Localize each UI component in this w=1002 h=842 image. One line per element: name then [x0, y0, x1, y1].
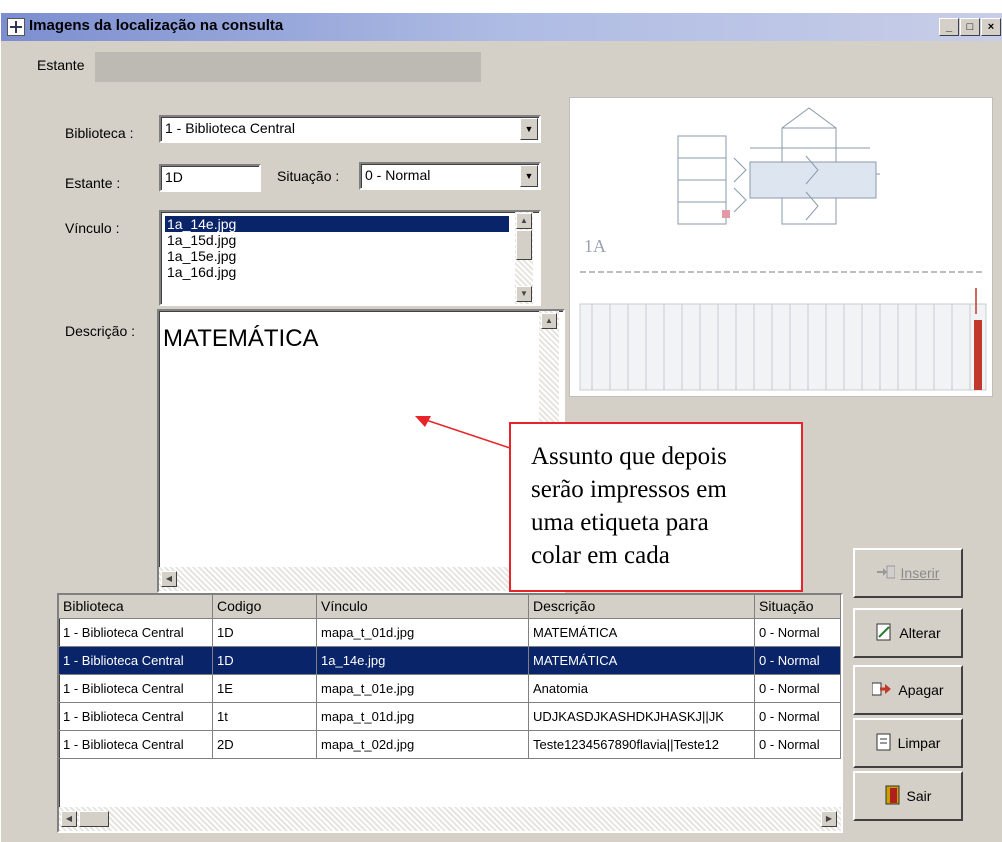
annotation-arrow-icon	[415, 416, 514, 450]
vinculo-label: Vínculo :	[65, 220, 120, 236]
vinculo-scrollbar[interactable]: ▲ ▼	[515, 212, 533, 304]
sair-button[interactable]: Sair	[853, 771, 963, 821]
descricao-text: MATEMÁTICA	[163, 325, 319, 352]
scroll-right-icon[interactable]: ▶	[821, 811, 837, 827]
apagar-button[interactable]: Apagar	[853, 665, 963, 715]
cell-descricao: Anatomia	[529, 675, 755, 703]
descricao-label: Descrição :	[65, 323, 136, 339]
estante-value: 1D	[165, 169, 183, 185]
biblioteca-value: 1 - Biblioteca Central	[165, 120, 295, 136]
cell-vinculo: mapa_t_01d.jpg	[317, 703, 529, 731]
vinculo-list-item[interactable]: 1a_15d.jpg	[165, 232, 509, 248]
table-row[interactable]: 1 - Biblioteca Central 2D mapa_t_02d.jpg…	[59, 731, 841, 759]
descricao-horizontal-scrollbar[interactable]: ◀	[159, 567, 539, 591]
cell-vinculo: mapa_t_01d.jpg	[317, 619, 529, 647]
apagar-label: Apagar	[898, 682, 944, 698]
cell-situacao: 0 - Normal	[755, 647, 841, 675]
scroll-thumb[interactable]	[79, 811, 109, 827]
cell-codigo: 1D	[213, 647, 317, 675]
cell-descricao: MATEMÁTICA	[529, 619, 755, 647]
window-icon	[7, 18, 25, 36]
cell-biblioteca: 1 - Biblioteca Central	[59, 675, 213, 703]
scroll-up-icon[interactable]: ▲	[516, 213, 532, 229]
column-header-codigo[interactable]: Codigo	[213, 595, 317, 619]
cell-vinculo: mapa_t_01e.jpg	[317, 675, 529, 703]
biblioteca-combobox[interactable]: 1 - Biblioteca Central ▼	[159, 115, 541, 143]
cell-codigo: 1t	[213, 703, 317, 731]
scroll-up-icon[interactable]: ▲	[541, 313, 557, 329]
column-header-vinculo[interactable]: Vínculo	[317, 595, 529, 619]
cell-descricao: Teste1234567890flavia||Teste12	[529, 731, 755, 759]
biblioteca-dropdown-button[interactable]: ▼	[520, 118, 538, 140]
cell-codigo: 1E	[213, 675, 317, 703]
scroll-left-icon[interactable]: ◀	[61, 811, 77, 827]
cell-situacao: 0 - Normal	[755, 675, 841, 703]
annotation-line: Assunto que depois	[531, 443, 727, 470]
table-row[interactable]: 1 - Biblioteca Central 1D mapa_t_01d.jpg…	[59, 619, 841, 647]
location-preview-image: 1A	[569, 97, 993, 397]
cell-descricao: UDJKASDJKASHDKJHASKJ||JK	[529, 703, 755, 731]
close-button[interactable]: ×	[981, 18, 1001, 36]
cell-vinculo: 1a_14e.jpg	[317, 647, 529, 675]
cell-situacao: 0 - Normal	[755, 619, 841, 647]
annotation-line: serão impressos em	[531, 476, 727, 503]
records-grid[interactable]: Biblioteca Codigo Vínculo Descrição Situ…	[57, 593, 843, 833]
table-row[interactable]: 1 - Biblioteca Central 1t mapa_t_01d.jpg…	[59, 703, 841, 731]
cell-codigo: 2D	[213, 731, 317, 759]
cell-biblioteca: 1 - Biblioteca Central	[59, 647, 213, 675]
grid-header-row: Biblioteca Codigo Vínculo Descrição Situ…	[59, 595, 841, 619]
situacao-label: Situação :	[277, 168, 340, 184]
inserir-button[interactable]: Inserir	[853, 548, 963, 598]
estante-input[interactable]: 1D	[159, 164, 261, 192]
cell-situacao: 0 - Normal	[755, 731, 841, 759]
insert-icon	[876, 564, 896, 583]
limpar-button[interactable]: Limpar	[853, 718, 963, 768]
window-title: Imagens da localização na consulta	[29, 17, 284, 34]
cell-codigo: 1D	[213, 619, 317, 647]
vinculo-list-item[interactable]: 1a_15e.jpg	[165, 248, 509, 264]
scroll-thumb[interactable]	[516, 230, 532, 260]
title-bar[interactable]: Imagens da localização na consulta _ □ ×	[1, 13, 1002, 41]
vinculo-list-item[interactable]: 1a_16d.jpg	[165, 264, 509, 280]
cell-biblioteca: 1 - Biblioteca Central	[59, 703, 213, 731]
column-header-situacao[interactable]: Situação	[755, 595, 841, 619]
edit-icon	[875, 623, 893, 644]
maximize-button[interactable]: □	[960, 18, 980, 36]
situacao-value: 0 - Normal	[365, 167, 431, 183]
sair-label: Sair	[906, 788, 932, 804]
cell-vinculo: mapa_t_02d.jpg	[317, 731, 529, 759]
minimize-button[interactable]: _	[939, 18, 959, 36]
tab-estante[interactable]: Estante	[29, 52, 95, 82]
cell-biblioteca: 1 - Biblioteca Central	[59, 619, 213, 647]
tab-strip	[29, 52, 481, 82]
annotation-callout: Assunto que depois serão impressos em um…	[509, 422, 803, 592]
estante-label: Estante :	[65, 175, 121, 191]
cell-biblioteca: 1 - Biblioteca Central	[59, 731, 213, 759]
scroll-left-icon[interactable]: ◀	[161, 571, 177, 587]
clear-icon	[876, 733, 892, 754]
column-header-biblioteca[interactable]: Biblioteca	[59, 595, 213, 619]
column-header-descricao[interactable]: Descrição	[529, 595, 755, 619]
alterar-button[interactable]: Alterar	[853, 608, 963, 658]
table-row[interactable]: 1 - Biblioteca Central 1E mapa_t_01e.jpg…	[59, 675, 841, 703]
scroll-down-icon[interactable]: ▼	[516, 286, 532, 302]
biblioteca-label: Biblioteca :	[65, 125, 134, 141]
grid-horizontal-scrollbar[interactable]: ◀ ▶	[59, 807, 841, 831]
situacao-combobox[interactable]: 0 - Normal ▼	[359, 162, 541, 190]
cell-descricao: MATEMÁTICA	[529, 647, 755, 675]
vinculo-list-item[interactable]: 1a_14e.jpg	[165, 216, 509, 232]
annotation-line: colar em cada	[531, 542, 670, 569]
preview-label: 1A	[584, 236, 606, 256]
vinculo-listbox[interactable]: 1a_14e.jpg 1a_15d.jpg 1a_15e.jpg 1a_16d.…	[159, 210, 541, 306]
main-window: Imagens da localização na consulta _ □ ×…	[0, 12, 1002, 842]
situacao-dropdown-button[interactable]: ▼	[520, 165, 538, 187]
annotation-line: uma etiqueta para	[531, 509, 709, 536]
cell-situacao: 0 - Normal	[755, 703, 841, 731]
exit-door-icon	[885, 785, 901, 808]
limpar-label: Limpar	[897, 735, 941, 751]
table-row-selected[interactable]: 1 - Biblioteca Central 1D 1a_14e.jpg MAT…	[59, 647, 841, 675]
inserir-label: Inserir	[900, 565, 940, 581]
delete-icon	[871, 681, 892, 700]
alterar-label: Alterar	[899, 625, 941, 641]
